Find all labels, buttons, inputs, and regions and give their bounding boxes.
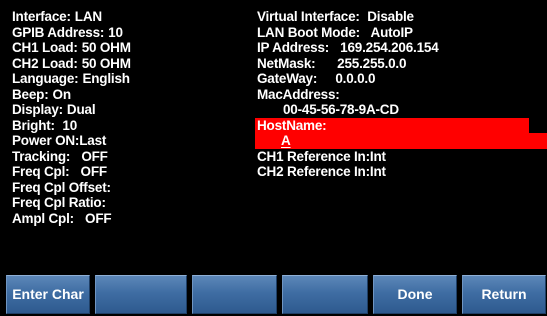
lan-boot-mode-label: LAN Boot Mode:: [257, 24, 360, 40]
ch1-reference-value: Int: [369, 148, 386, 164]
mac-address-row: MacAddress:: [257, 87, 542, 103]
return-button[interactable]: Return: [462, 275, 546, 314]
interface-label: Interface:: [12, 9, 71, 24]
language-value: English: [82, 71, 130, 86]
display-label: Display:: [12, 102, 63, 117]
freq-cpl-offset-label: Freq Cpl Offset:: [12, 179, 111, 195]
hostname-label: HostName:: [257, 117, 327, 133]
power-on-value: Last: [79, 133, 107, 148]
mac-address-label: MacAddress:: [257, 86, 340, 102]
gateway-value: 0.0.0.0: [321, 71, 376, 86]
beep-value: On: [52, 86, 72, 102]
tracking-row: Tracking: OFF: [12, 149, 244, 165]
left-settings-column: Interface: LAN GPIB Address: 10 CH1 Load: 5…: [12, 9, 244, 226]
display-row: Display: Dual: [12, 102, 244, 118]
done-button[interactable]: Done: [373, 275, 457, 314]
freq-cpl-value: OFF: [73, 164, 108, 179]
tracking-value: OFF: [74, 148, 108, 164]
ch2-reference-label: CH2 Reference In:: [257, 164, 370, 179]
virtual-interface-label: Virtual Interface:: [257, 9, 360, 24]
system-info-panel: Interface: LAN GPIB Address: 10 CH1 Load: 5…: [0, 0, 547, 272]
ch1-load-value: 50 OHM: [81, 40, 131, 55]
freq-cpl-ratio-label: Freq Cpl Ratio:: [12, 195, 106, 210]
language-label: Language:: [12, 71, 79, 86]
enter-char-button[interactable]: Enter Char: [6, 275, 90, 314]
ch2-reference-value: Int: [369, 164, 386, 179]
hostname-input[interactable]: A: [255, 133, 547, 149]
ch2-reference-row: CH2 Reference In:Int: [257, 164, 542, 180]
ip-address-row: IP Address: 169.254.206.154: [257, 40, 542, 56]
hostname-row[interactable]: HostName:: [255, 117, 529, 133]
gpib-address-row: GPIB Address: 10: [12, 25, 244, 41]
ip-address-label: IP Address:: [257, 40, 330, 55]
netmask-label: NetMask:: [257, 55, 316, 71]
softkey-3-button[interactable]: [192, 275, 277, 314]
gateway-label: GateWay:: [257, 71, 318, 86]
netmask-value: 255.255.0.0: [319, 55, 407, 71]
freq-cpl-ratio-row: Freq Cpl Ratio:: [12, 195, 244, 211]
interface-value: LAN: [74, 9, 102, 24]
softkey-bar: Enter Char Done Return: [0, 273, 547, 316]
ch1-load-row: CH1 Load: 50 OHM: [12, 40, 244, 56]
ampl-cpl-value: OFF: [77, 210, 112, 226]
ch1-reference-label: CH1 Reference In:: [257, 148, 370, 164]
bright-row: Bright: 10: [12, 118, 244, 134]
right-settings-column: Virtual Interface: Disable LAN Boot Mode…: [255, 9, 547, 180]
gpib-address-value: 10: [108, 24, 123, 40]
ch2-load-value: 50 OHM: [81, 55, 131, 71]
ampl-cpl-label: Ampl Cpl:: [12, 210, 74, 226]
mac-address-value: 00-45-56-78-9A-CD: [283, 102, 399, 117]
display-value: Dual: [66, 102, 96, 117]
softkey-2-button[interactable]: [95, 275, 187, 314]
ch2-load-label: CH2 Load:: [12, 55, 78, 71]
freq-cpl-row: Freq Cpl: OFF: [12, 164, 244, 180]
tracking-label: Tracking:: [12, 148, 71, 164]
lan-boot-mode-row: LAN Boot Mode: AutoIP: [257, 25, 542, 41]
bright-label: Bright:: [12, 117, 55, 133]
gpib-address-label: GPIB Address:: [12, 24, 105, 40]
hostname-value[interactable]: A: [281, 133, 291, 148]
freq-cpl-offset-row: Freq Cpl Offset:: [12, 180, 244, 196]
gateway-row: GateWay: 0.0.0.0: [257, 71, 542, 87]
language-row: Language: English: [12, 71, 244, 87]
ch1-load-label: CH1 Load:: [12, 40, 78, 55]
virtual-interface-row: Virtual Interface: Disable: [257, 9, 542, 25]
netmask-row: NetMask: 255.255.0.0: [257, 56, 542, 72]
instrument-screen: Interface: LAN GPIB Address: 10 CH1 Load: 5…: [0, 0, 547, 316]
virtual-interface-value: Disable: [363, 9, 414, 24]
ch1-reference-row: CH1 Reference In:Int: [257, 149, 542, 165]
ampl-cpl-row: Ampl Cpl: OFF: [12, 211, 244, 227]
freq-cpl-label: Freq Cpl:: [12, 164, 70, 179]
power-on-label: Power ON:: [12, 133, 80, 148]
bright-value: 10: [58, 117, 78, 133]
power-on-row: Power ON:Last: [12, 133, 244, 149]
interface-row: Interface: LAN: [12, 9, 244, 25]
softkey-4-button[interactable]: [282, 275, 368, 314]
ch2-load-row: CH2 Load: 50 OHM: [12, 56, 244, 72]
beep-label: Beep:: [12, 86, 49, 102]
ip-address-value: 169.254.206.154: [333, 40, 439, 55]
beep-row: Beep: On: [12, 87, 244, 103]
lan-boot-mode-value: AutoIP: [363, 24, 414, 40]
